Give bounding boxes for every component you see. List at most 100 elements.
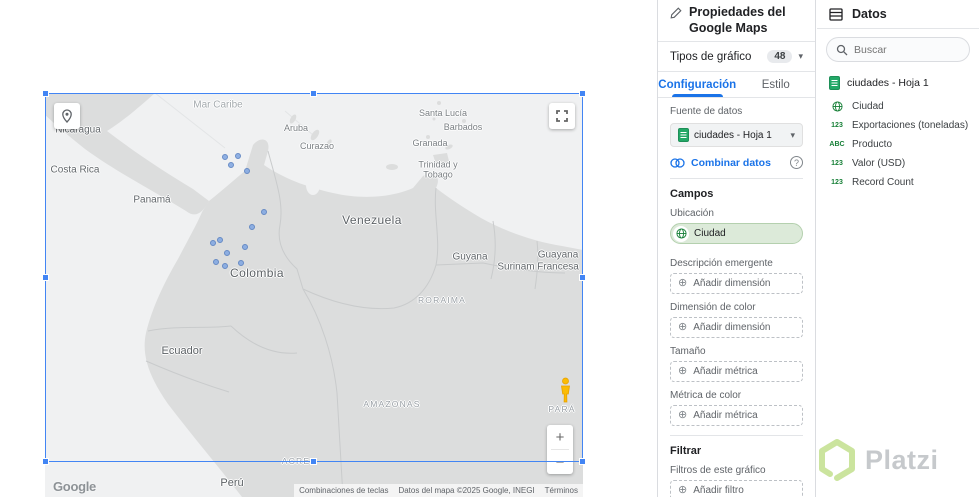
pegman-control[interactable] [559,377,572,408]
sheets-icon [829,76,840,90]
filter-heading: Filtrar [670,445,702,458]
resize-handle-middle-right[interactable] [579,273,586,281]
fullscreen-icon [556,110,568,122]
fullscreen-button[interactable] [549,103,575,129]
add-circle-icon: ⊕ [678,277,688,290]
zoom-out-button[interactable]: − [547,450,573,474]
data-panel-header: Datos [817,0,979,29]
resize-handle-top-left[interactable] [42,90,49,97]
field-item[interactable]: Ciudad [817,97,979,116]
add-color-metric-button[interactable]: ⊕ Añadir métrica [670,405,803,427]
filter-sublabel: Filtros de este gráfico [670,465,766,477]
fields-heading: Campos [670,188,714,201]
blend-data-link[interactable]: Combinar datos ? [670,156,803,170]
zoom-control: + − [547,425,573,474]
google-logo: Google [53,479,96,494]
city-bubble[interactable] [213,259,219,265]
data-source-name: ciudades - Hoja 1 [694,129,772,141]
properties-title: Propiedades del Google Maps [689,5,786,35]
pegman-icon [561,377,570,403]
report-canvas[interactable]: Mar Caribe Nicaragua Santa Lucía Barbado… [0,0,658,497]
chevron-down-icon[interactable]: ▾ [798,51,803,62]
blend-data-label: Combinar datos [691,156,771,169]
add-color-dimension-button[interactable]: ⊕ Añadir dimensión [670,317,803,339]
city-bubble[interactable] [224,250,230,256]
add-circle-icon: ⊕ [678,365,688,378]
search-input[interactable] [854,43,960,56]
color-metric-label: Métrica de color [670,390,742,402]
size-label: Tamaño [670,346,706,358]
data-source-chip[interactable]: ciudades - Hoja 1 ▾ [670,123,803,148]
add-filter-label: Añadir filtro [693,485,744,497]
google-maps-chart[interactable]: Mar Caribe Nicaragua Santa Lucía Barbado… [42,90,586,497]
chart-type-selector[interactable]: Tipos de gráfico 48 ▾ [658,42,815,73]
city-bubble[interactable] [235,153,241,159]
add-metric-label: Añadir métrica [693,366,758,378]
text-field-icon: ABC [829,141,845,148]
tab-setup[interactable]: Configuración [658,72,737,98]
city-bubble[interactable] [217,237,223,243]
terms-link[interactable]: Términos [545,486,578,495]
resize-handle-bottom-left[interactable] [42,458,49,465]
zoom-in-button[interactable]: + [547,425,573,449]
looker-studio-app: Mar Caribe Nicaragua Santa Lucía Barbado… [0,0,979,497]
field-item[interactable]: 123 Valor (USD) [817,154,979,173]
location-pin-icon [62,109,72,123]
properties-body: Fuente de datos ciudades - Hoja 1 ▾ Comb… [658,106,815,497]
field-name: Producto [852,139,893,150]
city-bubble[interactable] [210,240,216,246]
city-bubble[interactable] [222,154,228,160]
resize-handle-bottom-center[interactable] [310,458,317,465]
section-divider [670,435,803,437]
field-item[interactable]: ABC Producto [817,135,979,154]
city-bubble[interactable] [228,162,234,168]
city-bubble[interactable] [238,260,244,266]
resize-handle-top-right[interactable] [579,90,586,97]
properties-panel: Propiedades del Google Maps Tipos de grá… [658,0,816,497]
add-tooltip-dimension-button[interactable]: ⊕ Añadir dimensión [670,273,803,295]
resize-handle-top-center[interactable] [310,90,317,97]
city-bubble[interactable] [244,168,250,174]
map-data-text: Datos del mapa ©2025 Google, INEGI [398,486,535,495]
geo-field-icon [829,101,845,112]
data-source-row[interactable]: ciudades - Hoja 1 [817,67,979,97]
field-search[interactable] [826,37,970,62]
resize-handle-bottom-right[interactable] [579,458,586,465]
color-dimension-label: Dimensión de color [670,302,756,314]
location-label: Ubicación [670,208,714,220]
keyboard-shortcuts-link[interactable]: Combinaciones de teclas [299,486,388,495]
city-bubble[interactable] [242,244,248,250]
field-name: Ciudad [852,101,884,112]
add-dimension-label: Añadir dimensión [693,278,771,290]
blend-icon [670,158,685,168]
resize-handle-middle-left[interactable] [42,273,49,281]
location-field-chip[interactable]: Ciudad [670,223,803,245]
number-field-icon: 123 [831,122,843,129]
city-bubble[interactable] [249,224,255,230]
map-attribution: Combinaciones de teclas Datos del mapa ©… [294,484,583,497]
data-source-name: ciudades - Hoja 1 [847,77,929,89]
properties-tabs: Configuración Estilo [658,72,816,99]
map-geography [45,93,583,497]
data-panel: Datos ciudades - Hoja 1 [817,0,979,497]
map-location-button[interactable] [54,103,80,129]
field-name: Record Count [852,177,914,188]
map-surface[interactable]: Mar Caribe Nicaragua Santa Lucía Barbado… [45,93,583,497]
globe-icon [675,228,687,239]
help-icon[interactable]: ? [790,156,803,170]
add-size-metric-button[interactable]: ⊕ Añadir métrica [670,361,803,383]
caret-down-icon[interactable]: ▾ [790,130,795,141]
city-bubble[interactable] [261,209,267,215]
field-item[interactable]: 123 Exportaciones (toneladas) [817,116,979,135]
field-name: Exportaciones (toneladas) [852,120,969,131]
tab-style[interactable]: Estilo [737,72,816,97]
add-filter-button[interactable]: ⊕ Añadir filtro [670,480,803,497]
field-item[interactable]: 123 Record Count [817,173,979,192]
location-field-name: Ciudad [694,228,726,240]
chart-type-label: Tipos de gráfico [670,50,752,63]
properties-header: Propiedades del Google Maps [658,0,815,43]
add-circle-icon: ⊕ [678,484,688,497]
add-dimension-label: Añadir dimensión [693,322,771,334]
city-bubble[interactable] [222,263,228,269]
add-metric-label: Añadir métrica [693,410,758,422]
